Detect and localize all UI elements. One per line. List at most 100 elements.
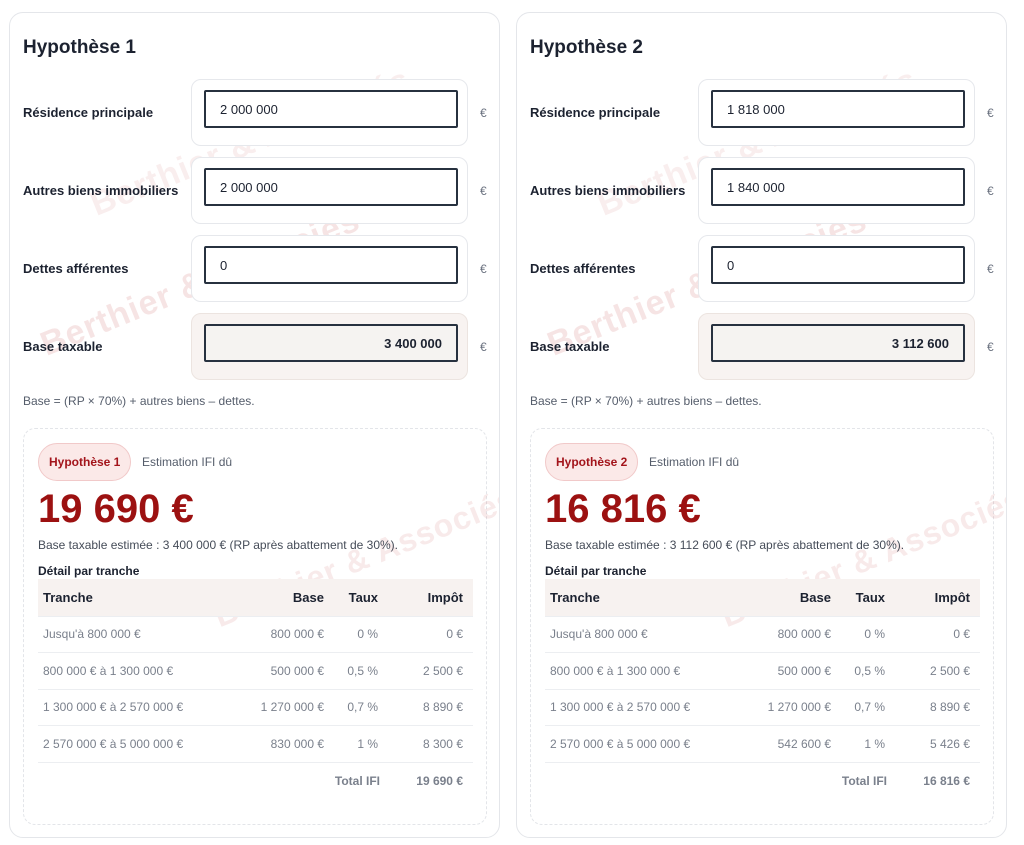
cell-impot: 2 500 € xyxy=(893,652,980,690)
autres-label: Autres biens immobiliers xyxy=(23,183,179,198)
hypothesis-pill: Hypothèse 2 xyxy=(545,443,639,481)
base-card xyxy=(191,313,468,380)
total-row: Total IFI 19 690 € xyxy=(38,761,473,799)
total-value: 16 816 € xyxy=(893,761,980,799)
base-taxable-output xyxy=(204,324,458,362)
cell-impot: 0 € xyxy=(893,615,980,653)
table-header-row: Tranche Base Taux Impôt xyxy=(545,579,980,616)
bracket-table: Tranche Base Taux Impôt Jusqu'à 800 000 … xyxy=(545,579,980,799)
cell-impot: 5 426 € xyxy=(893,725,980,763)
cell-taux: 1 % xyxy=(837,725,893,763)
cell-tranche: 800 000 € à 1 300 000 € xyxy=(38,652,228,690)
cell-impot: 8 890 € xyxy=(386,688,473,726)
cell-impot: 8 300 € xyxy=(386,725,473,763)
cell-impot: 0 € xyxy=(386,615,473,653)
rp-card xyxy=(191,79,468,146)
bracket-table: Tranche Base Taux Impôt Jusqu'à 800 000 … xyxy=(38,579,473,799)
col-header-base: Base xyxy=(292,589,324,605)
estimation-label: Estimation IFI dû xyxy=(142,455,233,469)
ifi-amount: 19 690 € xyxy=(38,487,194,531)
cell-tranche: Jusqu'à 800 000 € xyxy=(545,615,735,653)
cell-tranche: 2 570 000 € à 5 000 000 € xyxy=(545,725,735,763)
base-taxable-output xyxy=(711,324,965,362)
col-header-base: Base xyxy=(799,589,831,605)
base-card xyxy=(698,313,975,380)
rp-input[interactable] xyxy=(711,90,965,128)
hypothesis-pill: Hypothèse 1 xyxy=(38,443,132,481)
table-row: 1 300 000 € à 2 570 000 € 1 270 000 € 0,… xyxy=(545,688,980,726)
estimation-note: Base taxable estimée : 3 112 600 € (RP a… xyxy=(545,538,905,552)
euro-unit: € xyxy=(987,106,994,120)
dettes-input[interactable] xyxy=(204,246,458,284)
table-row: 800 000 € à 1 300 000 € 500 000 € 0,5 % … xyxy=(38,652,473,690)
autres-label: Autres biens immobiliers xyxy=(530,183,686,198)
euro-unit: € xyxy=(987,262,994,276)
dettes-label: Dettes afférentes xyxy=(23,261,129,276)
cell-taux: 0,5 % xyxy=(330,652,386,690)
cell-base: 500 000 € xyxy=(735,652,837,690)
detail-title: Détail par tranche xyxy=(38,564,140,578)
total-value: 19 690 € xyxy=(386,761,473,799)
cell-tranche: 2 570 000 € à 5 000 000 € xyxy=(38,725,228,763)
total-label: Total IFI xyxy=(228,761,386,799)
hypothesis-1-panel: Berthier & Associés Berthier & Associés … xyxy=(9,12,500,838)
table-header-row: Tranche Base Taux Impôt xyxy=(38,579,473,616)
cell-impot: 8 890 € xyxy=(893,688,980,726)
table-row: Jusqu'à 800 000 € 800 000 € 0 % 0 € xyxy=(38,615,473,653)
table-row: 1 300 000 € à 2 570 000 € 1 270 000 € 0,… xyxy=(38,688,473,726)
total-row: Total IFI 16 816 € xyxy=(545,761,980,799)
cell-tranche: Jusqu'à 800 000 € xyxy=(38,615,228,653)
result-card: Berthier & Associés Hypothèse 1 Estimati… xyxy=(23,428,499,825)
euro-unit: € xyxy=(987,340,994,354)
rp-label: Résidence principale xyxy=(530,105,661,120)
rp-label: Résidence principale xyxy=(23,105,154,120)
autres-input[interactable] xyxy=(711,168,965,206)
base-label: Base taxable xyxy=(530,339,610,354)
formula-note: Base = (RP × 70%) + autres biens – dette… xyxy=(530,394,762,408)
detail-title: Détail par tranche xyxy=(545,564,647,578)
euro-unit: € xyxy=(480,262,487,276)
ifi-amount: 16 816 € xyxy=(545,487,701,531)
result-card: Berthier & Associés Hypothèse 2 Estimati… xyxy=(530,428,1006,825)
col-header-impot: Impôt xyxy=(934,589,970,605)
autres-card xyxy=(698,157,975,224)
cell-taux: 1 % xyxy=(330,725,386,763)
col-header-taux: Taux xyxy=(348,589,378,605)
autres-card xyxy=(191,157,468,224)
total-label: Total IFI xyxy=(735,761,893,799)
dettes-label: Dettes afférentes xyxy=(530,261,636,276)
base-label: Base taxable xyxy=(23,339,103,354)
dettes-card xyxy=(191,235,468,302)
cell-base: 500 000 € xyxy=(228,652,330,690)
rp-input[interactable] xyxy=(204,90,458,128)
hypothesis-2-panel: Berthier & Associés Berthier & Associés … xyxy=(516,12,1007,838)
cell-base: 830 000 € xyxy=(228,725,330,763)
dettes-input[interactable] xyxy=(711,246,965,284)
cell-base: 542 600 € xyxy=(735,725,837,763)
estimation-label: Estimation IFI dû xyxy=(649,455,740,469)
table-row: 800 000 € à 1 300 000 € 500 000 € 0,5 % … xyxy=(545,652,980,690)
dettes-card xyxy=(698,235,975,302)
table-row: 2 570 000 € à 5 000 000 € 830 000 € 1 % … xyxy=(38,725,473,763)
euro-unit: € xyxy=(480,184,487,198)
cell-taux: 0,5 % xyxy=(837,652,893,690)
cell-base: 1 270 000 € xyxy=(228,688,330,726)
cell-taux: 0 % xyxy=(330,615,386,653)
cell-base: 800 000 € xyxy=(735,615,837,653)
formula-note: Base = (RP × 70%) + autres biens – dette… xyxy=(23,394,255,408)
cell-base: 800 000 € xyxy=(228,615,330,653)
euro-unit: € xyxy=(480,340,487,354)
euro-unit: € xyxy=(987,184,994,198)
hypothesis-title: Hypothèse 1 xyxy=(23,37,136,58)
rp-card xyxy=(698,79,975,146)
autres-input[interactable] xyxy=(204,168,458,206)
cell-impot: 2 500 € xyxy=(386,652,473,690)
hypothesis-title: Hypothèse 2 xyxy=(530,37,643,58)
cell-taux: 0,7 % xyxy=(837,688,893,726)
col-header-taux: Taux xyxy=(855,589,885,605)
cell-base: 1 270 000 € xyxy=(735,688,837,726)
table-row: 2 570 000 € à 5 000 000 € 542 600 € 1 % … xyxy=(545,725,980,763)
cell-taux: 0,7 % xyxy=(330,688,386,726)
col-header-impot: Impôt xyxy=(427,589,463,605)
cell-tranche: 800 000 € à 1 300 000 € xyxy=(545,652,735,690)
